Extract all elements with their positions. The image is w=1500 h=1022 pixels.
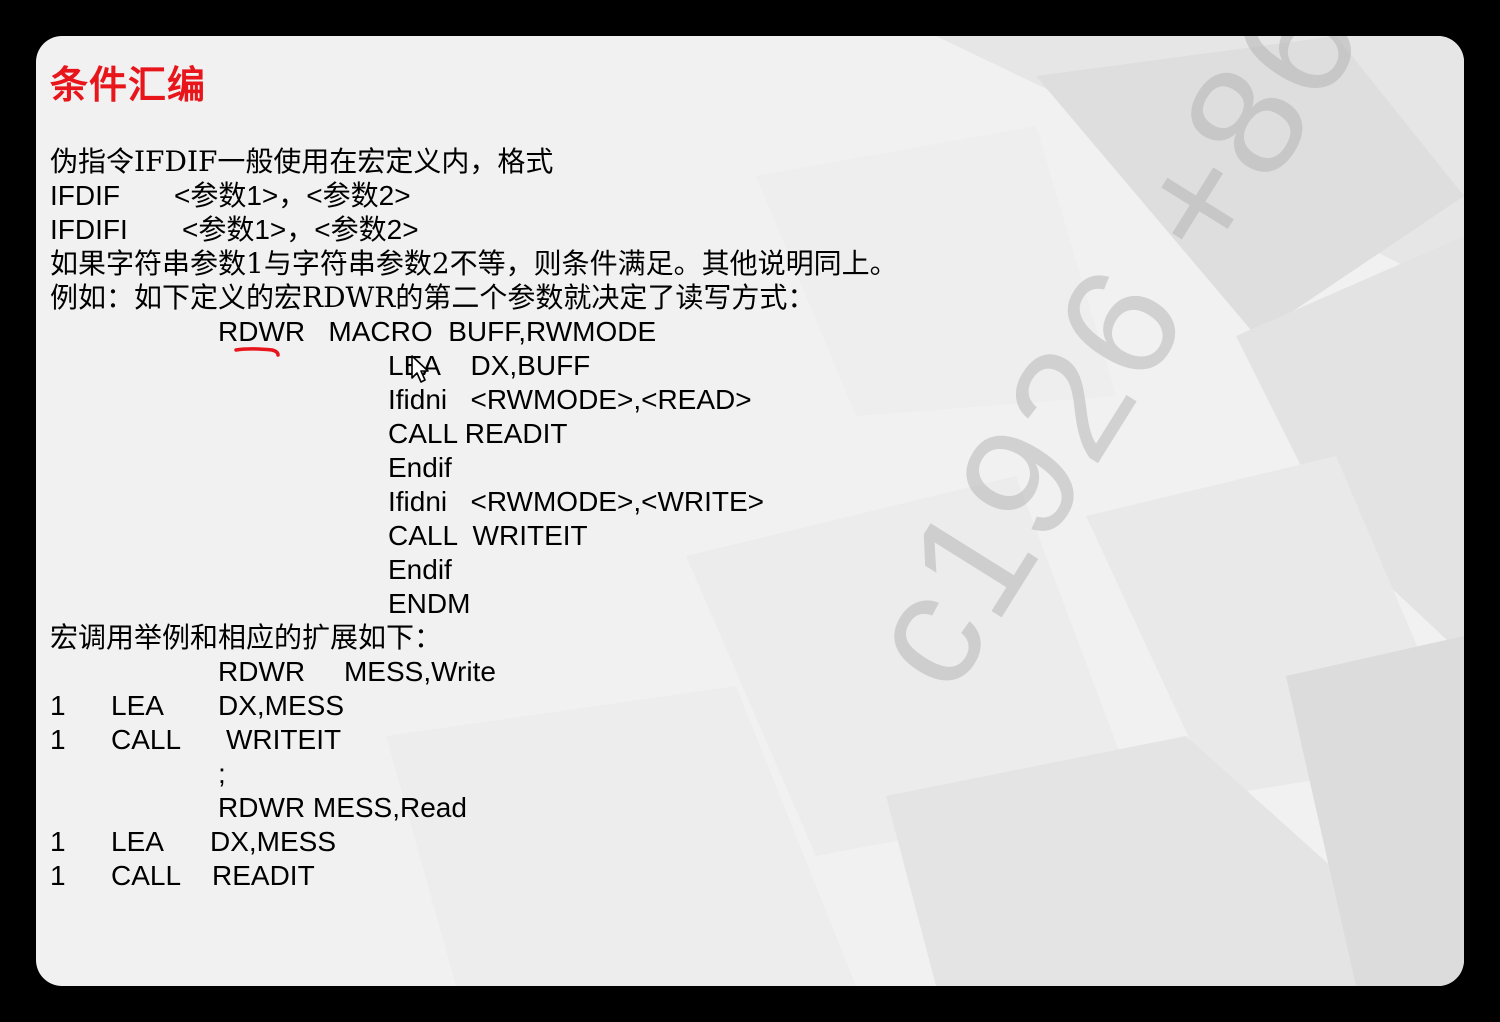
macro-line-3: Ifidni <RWMODE>,<READ> (388, 384, 752, 415)
expansion-line-4: ; (218, 758, 226, 789)
expansion-line-6-num: 1 (50, 826, 66, 857)
expansion-line-7-num: 1 (50, 860, 66, 891)
expansion-line-6-arg: DX,MESS (210, 826, 337, 857)
page-title: 条件汇编 (50, 62, 207, 107)
text-line-4: 如果字符串参数1与字符串参数2不等，则条件满足。其他说明同上。 (50, 247, 898, 280)
macro-line-9: ENDM (388, 588, 471, 619)
slide: c1926 +861 条件汇编 伪指令IFDIF一般使用在宏定义内，格式 IFD… (36, 36, 1464, 986)
text-line-2-keyword: IFDIF (50, 180, 120, 211)
expansion-line-5: RDWR MESS,Read (218, 792, 467, 823)
expansion-line-3-arg: WRITEIT (226, 724, 342, 755)
expansion-line-1: RDWR MESS,Write (218, 656, 496, 687)
text-line-5: 例如：如下定义的宏RDWR的第二个参数就决定了读写方式： (50, 281, 816, 314)
expansion-line-7-op: CALL (111, 860, 182, 891)
expansion-line-6-op: LEA (111, 826, 164, 857)
macro-line-5: Endif (388, 452, 452, 483)
expansion-line-7-arg: READIT (212, 860, 315, 891)
macro-line-4: CALL READIT (388, 418, 568, 449)
text-line-3-keyword: IFDIFI (50, 214, 128, 245)
expansion-line-2-op: LEA (111, 690, 164, 721)
macro-line-6: Ifidni <RWMODE>,<WRITE> (388, 486, 765, 517)
macro-line-8: Endif (388, 554, 452, 585)
expansion-line-3-op: CALL (111, 724, 182, 755)
text-line-3-args: <参数1>，<参数2> (182, 214, 419, 245)
text-line-1: 伪指令IFDIF一般使用在宏定义内，格式 (50, 145, 554, 178)
text-line-2-args: <参数1>，<参数2> (174, 180, 411, 211)
mouse-pointer-icon (411, 355, 429, 383)
macro-line-7: CALL WRITEIT (388, 520, 588, 551)
expansion-line-2-arg: DX,MESS (218, 690, 345, 721)
expansion-line-2-num: 1 (50, 690, 66, 721)
expansion-line-3-num: 1 (50, 724, 66, 755)
text-line-6: 宏调用举例和相应的扩展如下： (50, 621, 443, 654)
red-underline-annotation (234, 347, 280, 357)
